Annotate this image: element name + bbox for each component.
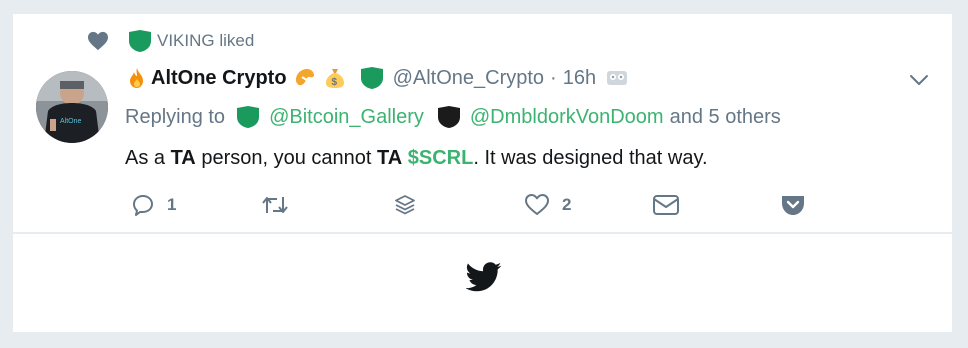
mention-link[interactable]: @DmbldorkVonDoom — [470, 106, 664, 129]
replying-to-label: Replying to — [125, 105, 226, 128]
user-handle[interactable]: @AltOne_Crypto — [393, 67, 544, 90]
tweet-header: AltOne Crypto $ @AltOne_Crypto · 16h — [125, 64, 628, 92]
pocket-icon — [780, 193, 806, 217]
tweet-text: As a TA person, you cannot TA $SCRL . It… — [125, 144, 708, 172]
dot-separator: · — [550, 66, 557, 89]
tweet-text-segment: person, you cannot — [195, 146, 377, 169]
retweet-button[interactable] — [261, 190, 289, 220]
heart-icon — [87, 31, 109, 51]
envelope-icon — [652, 193, 680, 217]
owl-icon — [606, 69, 628, 87]
others-link[interactable]: and 5 others — [670, 106, 781, 129]
reply-icon — [131, 193, 155, 217]
reply-count: 1 — [167, 195, 177, 214]
avatar[interactable]: AltOne — [36, 71, 108, 143]
stack-button[interactable] — [393, 190, 417, 220]
social-context-text[interactable]: VIKING liked — [157, 31, 254, 51]
cashtag-link[interactable]: $SCRL — [408, 147, 474, 170]
tweet-text-bold: TA — [170, 146, 196, 169]
heart-outline-icon — [524, 193, 550, 217]
timestamp[interactable]: 16h — [563, 67, 596, 90]
direct-message-button[interactable] — [652, 190, 680, 220]
shield-black-icon — [436, 105, 462, 129]
retweet-icon — [261, 193, 289, 217]
layers-icon — [393, 193, 417, 217]
fortune-cookie-icon — [293, 66, 317, 90]
tweet-text-segment: . It was designed that way. — [473, 146, 708, 169]
chevron-down-icon[interactable] — [907, 68, 931, 92]
twitter-bird-icon[interactable] — [465, 262, 502, 292]
like-count: 2 — [562, 195, 572, 214]
money-bag-icon: $ — [323, 66, 347, 90]
display-name[interactable]: AltOne Crypto — [151, 67, 287, 90]
reply-button[interactable]: 1 — [131, 190, 176, 220]
replying-to: Replying to @Bitcoin_Gallery @DmbldorkVo… — [125, 103, 781, 131]
tweet-text-bold: TA — [377, 146, 403, 169]
shield-green-icon — [235, 105, 261, 129]
tweet-text-segment: As a — [125, 146, 171, 169]
svg-text:$: $ — [331, 77, 337, 88]
footer-card — [13, 234, 952, 332]
mention-link[interactable]: @Bitcoin_Gallery — [269, 106, 424, 129]
like-button[interactable]: 2 — [524, 190, 571, 220]
pocket-button[interactable] — [780, 190, 806, 220]
fire-icon — [125, 66, 149, 90]
svg-text:AltOne: AltOne — [60, 118, 82, 125]
shield-green-icon — [127, 29, 153, 53]
shield-green-icon — [359, 66, 385, 90]
social-context: VIKING liked — [87, 30, 254, 52]
tweet-card[interactable]: VIKING liked AltOne AltOne Crypto $ @Alt… — [13, 14, 952, 232]
